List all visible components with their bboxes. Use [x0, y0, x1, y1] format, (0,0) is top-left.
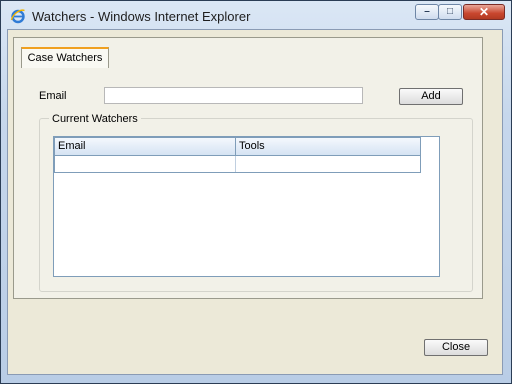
column-header-email[interactable]: Email: [55, 138, 236, 155]
minimize-button[interactable]: –: [415, 4, 439, 20]
maximize-icon: □: [446, 6, 454, 17]
tools-cell: [236, 156, 420, 172]
table-row[interactable]: [55, 156, 420, 172]
close-window-button[interactable]: ✕: [463, 4, 505, 20]
close-icon: ✕: [478, 5, 490, 19]
title-bar[interactable]: Watchers - Windows Internet Explorer – □…: [1, 1, 511, 31]
minimize-icon: –: [424, 6, 430, 17]
email-input[interactable]: [104, 87, 363, 104]
add-button[interactable]: Add: [399, 88, 463, 105]
close-button[interactable]: Close: [424, 339, 488, 356]
watchers-grid: Email Tools: [54, 137, 421, 173]
maximize-button[interactable]: □: [438, 4, 462, 20]
email-label: Email: [39, 90, 67, 102]
email-cell: [55, 156, 236, 172]
internet-explorer-icon: [10, 9, 25, 24]
tab-case-watchers[interactable]: Case Watchers: [21, 47, 109, 68]
grid-header: Email Tools: [55, 138, 420, 156]
column-header-tools[interactable]: Tools: [236, 138, 420, 155]
current-watchers-legend: Current Watchers: [49, 113, 141, 125]
window-title: Watchers - Windows Internet Explorer: [32, 9, 251, 24]
